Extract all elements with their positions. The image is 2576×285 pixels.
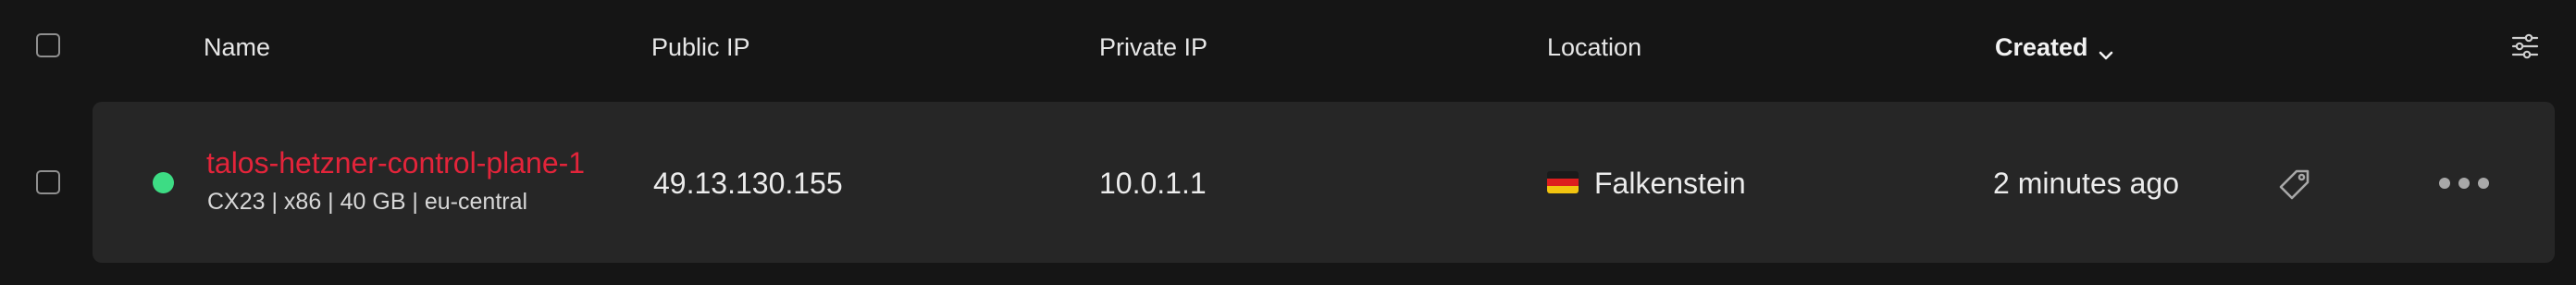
server-name-link[interactable]: talos-hetzner-control-plane-1 — [206, 144, 585, 181]
private-ip-value: 10.0.1.1 — [1099, 167, 1207, 200]
chevron-down-icon — [2098, 38, 2114, 60]
column-header-created[interactable]: Created — [1995, 30, 2114, 65]
column-header-created-label: Created — [1995, 33, 2088, 61]
created-value: 2 minutes ago — [1993, 167, 2180, 200]
column-header-private-ip[interactable]: Private IP — [1099, 30, 1208, 65]
table-row[interactable] — [93, 102, 2555, 263]
public-ip-value: 49.13.130.155 — [653, 167, 843, 200]
sliders-icon[interactable] — [2510, 31, 2540, 61]
location-value: Falkenstein — [1594, 167, 1746, 200]
column-header-public-ip[interactable]: Public IP — [651, 30, 750, 65]
label-tag-icon[interactable] — [2277, 167, 2312, 202]
column-header-location[interactable]: Location — [1547, 30, 1641, 65]
column-header-name[interactable]: Name — [204, 30, 270, 65]
select-all-checkbox[interactable] — [36, 33, 60, 57]
more-horizontal-icon[interactable] — [2437, 176, 2491, 191]
row-select-checkbox[interactable] — [36, 170, 60, 194]
flag-germany-icon — [1547, 171, 1579, 193]
table-header: Name Public IP Private IP Location Creat… — [0, 0, 2576, 94]
status-running-indicator — [153, 172, 174, 193]
server-specs: CX23 | x86 | 40 GB | eu-central — [207, 189, 528, 215]
